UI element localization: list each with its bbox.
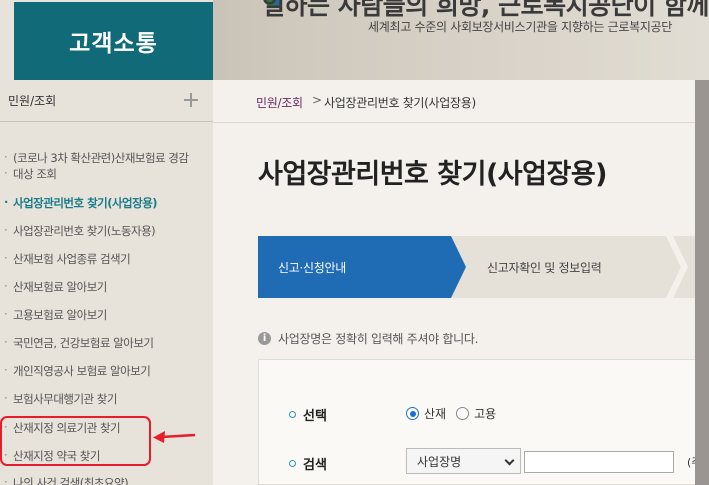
search-form: 선택 산재 고용 검색 사업장명 (주) (258, 359, 706, 485)
banner-subtitle: 세계최고 수준의 사회보장서비스기관을 지향하는 근로복지공단 (368, 20, 673, 34)
sidebar-item-agency-search[interactable]: 보험사무대행기관 찾기 (4, 391, 117, 407)
notice-message: 사업장명은 정확히 입력해 주셔야 합니다. (278, 332, 479, 346)
sidebar-item-direct-construction-premium[interactable]: 개인직영공사 보험료 알아보기 (4, 363, 151, 379)
sidebar-item-covid-discount[interactable]: (코로나 3차 확산관련)산재보험료 경감 (4, 150, 189, 166)
sidebar-item-employment-premium[interactable]: 고용보험료 알아보기 (4, 307, 107, 323)
radio-industrial[interactable] (406, 407, 419, 420)
sidebar-category-label: 민원/조회 (8, 94, 57, 108)
info-icon: i (258, 332, 271, 345)
radio-employment-label[interactable]: 고용 (474, 405, 496, 422)
breadcrumb-parent[interactable]: 민원/조회 (256, 94, 303, 111)
insurance-type-radio-group: 산재 고용 (406, 405, 506, 422)
sidebar-item-covid-discount-cont[interactable]: 대상 조회 (4, 166, 57, 182)
notice-text: i 사업장명은 정확히 입력해 주셔야 합니다. (258, 330, 478, 347)
sidebar-item-workplace-number-business[interactable]: 사업장관리번호 찾기(사업장용) (4, 195, 158, 211)
left-sidebar: 고객소통 민원/조회 (코로나 3차 확산관련)산재보험료 경감 대상 조회 사… (0, 0, 213, 485)
highlight-box (0, 416, 151, 466)
right-gutter (695, 80, 709, 485)
step-indicator: 신고·신청안내 신고자확인 및 정보입력 신고 (258, 236, 709, 298)
sidebar-header: 고객소통 (14, 2, 213, 80)
red-arrow-icon (153, 431, 196, 443)
sidebar-item-industrial-premium[interactable]: 산재보험료 알아보기 (4, 279, 107, 295)
breadcrumb-current: 사업장관리번호 찾기(사업장용) (324, 96, 476, 110)
step-1-active: 신고·신청안내 (258, 236, 466, 298)
breadcrumb: 민원/조회 > 사업장관리번호 찾기(사업장용) (213, 80, 695, 123)
select-label: 선택 (289, 405, 327, 424)
plus-icon[interactable] (183, 92, 199, 108)
step-2: 신고자확인 및 정보입력 (451, 236, 681, 298)
sidebar-category[interactable]: 민원/조회 (0, 80, 213, 122)
search-label: 검색 (289, 454, 327, 473)
radio-industrial-label[interactable]: 산재 (424, 405, 446, 422)
search-input[interactable] (524, 451, 674, 473)
chevron-down-icon (504, 455, 515, 466)
sidebar-item-my-case-search[interactable]: 나의 사건 검색(최초요양) (4, 475, 129, 485)
sidebar-item-pension-health-premium[interactable]: 국민연금, 건강보험료 알아보기 (4, 335, 154, 351)
main-content: 민원/조회 > 사업장관리번호 찾기(사업장용) 사업장관리번호 찾기(사업장용… (213, 80, 709, 485)
page-title: 사업장관리번호 찾기(사업장용) (258, 159, 608, 190)
sidebar-item-workplace-number-worker[interactable]: 사업장관리번호 찾기(노동자용) (4, 223, 156, 239)
breadcrumb-separator: > (312, 93, 323, 107)
search-type-value: 사업장명 (417, 454, 462, 469)
radio-employment[interactable] (456, 407, 470, 420)
sidebar-item-business-type-search[interactable]: 산재보험 사업종류 검색기 (4, 251, 131, 267)
search-type-select[interactable]: 사업장명 (406, 448, 521, 474)
